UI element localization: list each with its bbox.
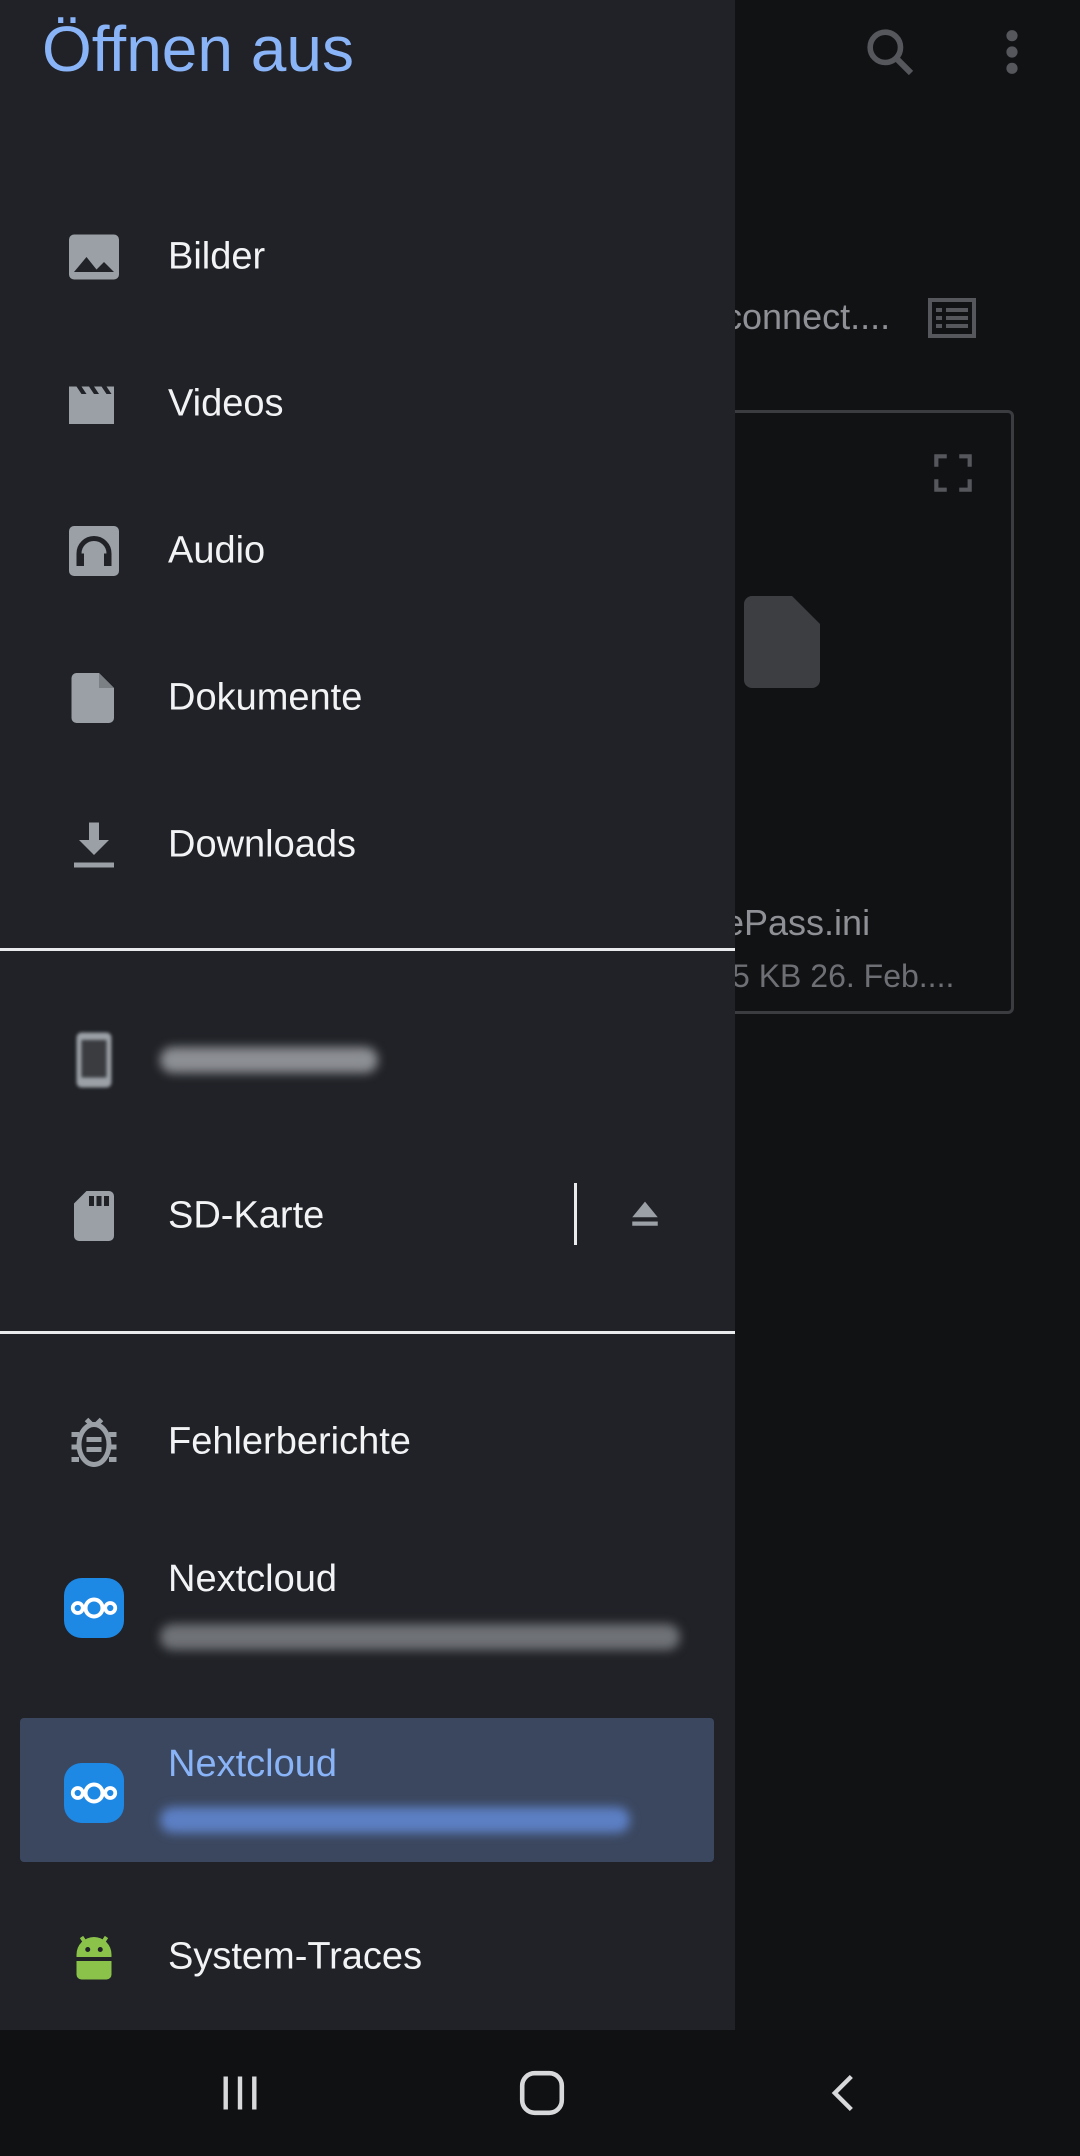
sd-card-icon [74, 1191, 114, 1241]
blurred-account-subtitle [160, 1624, 680, 1650]
drawer-item-device-storage[interactable] [0, 995, 735, 1125]
drawer-item-dokumente[interactable]: Dokumente [0, 633, 735, 763]
search-icon[interactable] [862, 24, 918, 80]
drawer-item-nextcloud[interactable]: Nextcloud [0, 1538, 735, 1678]
drawer-item-label: Dokumente [168, 676, 363, 719]
drawer-item-label: Audio [168, 529, 266, 572]
recents-icon [223, 2076, 257, 2110]
nextcloud-icon [64, 1578, 124, 1638]
drawer-title: Öffnen aus [42, 13, 354, 85]
headphones-icon [69, 526, 119, 576]
back-icon [831, 2074, 853, 2112]
drawer-item-audio[interactable]: Audio [0, 486, 735, 616]
drawer-divider [0, 1331, 735, 1334]
blurred-storage-label [160, 1047, 378, 1073]
document-icon [71, 673, 114, 723]
file-icon [744, 596, 820, 688]
more-vert-icon[interactable] [996, 24, 1028, 80]
system-nav-bar [0, 2030, 1080, 2156]
drawer-item-label: Downloads [168, 823, 356, 866]
drawer-item-downloads[interactable]: Downloads [0, 780, 735, 910]
file-meta: 5 KB 26. Feb.... [732, 958, 955, 994]
drawer-item-label: Nextcloud [168, 1743, 337, 1785]
drawer-item-label: Bilder [168, 235, 266, 278]
recents-button[interactable] [180, 2030, 300, 2156]
drawer-item-sd-karte[interactable]: SD-Karte [0, 1151, 735, 1281]
drawer-item-videos[interactable]: Videos [0, 339, 735, 469]
drawer-divider [0, 948, 735, 951]
eject-separator [574, 1183, 577, 1245]
android-icon [74, 1935, 114, 1980]
file-name: ePass.ini [724, 902, 871, 943]
movie-icon [69, 386, 114, 424]
bug-icon [71, 1417, 117, 1467]
breadcrumb-path: connect.... [724, 296, 891, 337]
drawer-item-nextcloud-selected[interactable]: Nextcloud [0, 1723, 735, 1863]
drawer-item-system-traces[interactable]: System-Traces [0, 1892, 735, 2022]
blurred-account-subtitle [160, 1807, 630, 1833]
home-button[interactable] [482, 2030, 602, 2156]
navigation-drawer: Öffnen aus Bilder Videos Audio Dokumente [0, 0, 735, 2030]
download-icon [74, 822, 114, 868]
drawer-item-label: System-Traces [168, 1935, 423, 1978]
nextcloud-icon [64, 1763, 124, 1823]
back-button[interactable] [784, 2030, 904, 2156]
list-view-icon[interactable] [928, 298, 976, 338]
fullscreen-icon[interactable] [928, 448, 978, 498]
image-icon [69, 234, 119, 280]
drawer-item-label: Videos [168, 382, 284, 425]
drawer-item-label: Nextcloud [168, 1558, 337, 1600]
home-icon [519, 2070, 565, 2116]
eject-icon[interactable] [628, 1196, 662, 1230]
drawer-item-label: SD-Karte [168, 1194, 325, 1237]
phone-icon [76, 1032, 112, 1088]
drawer-item-label: Fehlerberichte [168, 1420, 411, 1463]
drawer-item-fehlerberichte[interactable]: Fehlerberichte [0, 1377, 735, 1507]
drawer-item-bilder[interactable]: Bilder [0, 192, 735, 322]
